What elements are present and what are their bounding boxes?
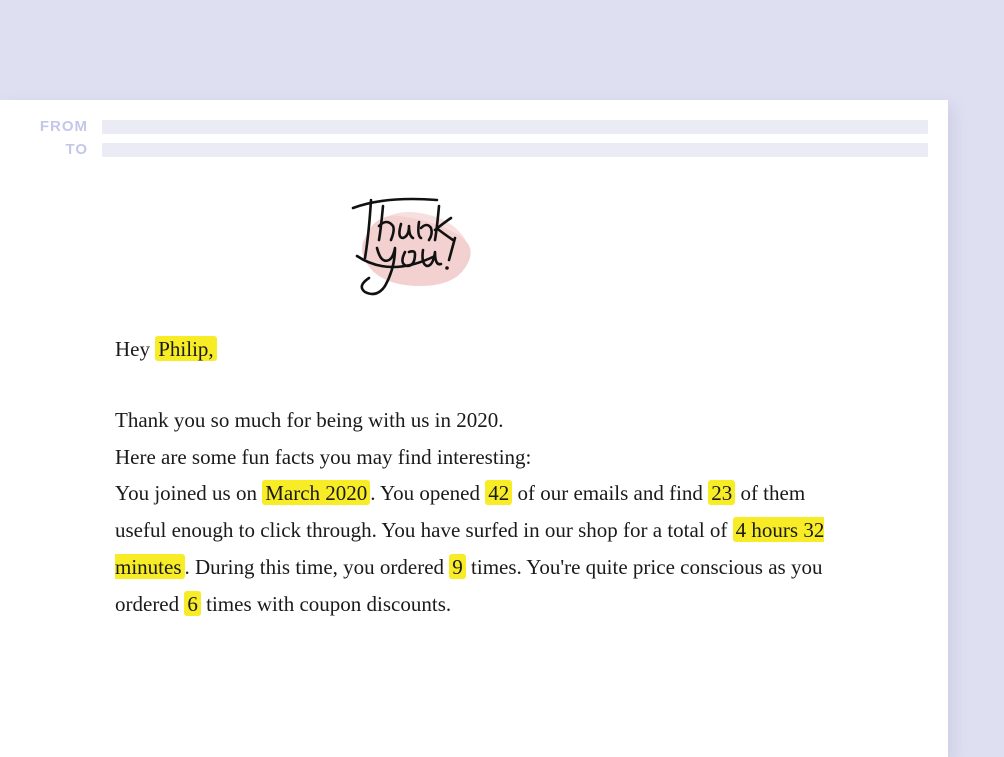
seg-during: . During this time, you ordered <box>185 555 450 579</box>
seg-tail: times with coupon discounts. <box>201 592 451 616</box>
to-label: TO <box>0 141 88 158</box>
header-from-row: FROM <box>0 118 948 135</box>
order-count-highlight: 9 <box>449 554 466 579</box>
to-value-placeholder <box>102 143 928 157</box>
thank-you-logo-wrap <box>0 178 948 313</box>
paragraph: Thank you so much for being with us in 2… <box>115 402 848 623</box>
fun-facts-line: Here are some fun facts you may find int… <box>115 445 531 469</box>
thank-you-logo-icon <box>335 178 495 313</box>
email-body: Hey Philip, Thank you so much for being … <box>0 313 948 622</box>
seg-of-emails: of our emails and find <box>512 481 708 505</box>
from-label: FROM <box>0 118 88 135</box>
greeting-prefix: Hey <box>115 337 155 361</box>
seg-opened: . You opened <box>370 481 485 505</box>
recipient-name-highlight: Philip, <box>155 336 216 361</box>
thank-line: Thank you so much for being with us in 2… <box>115 408 503 432</box>
header-to-row: TO <box>0 141 948 158</box>
email-card: FROM TO <box>0 100 948 757</box>
seg-joined: You joined us on <box>115 481 262 505</box>
useful-count-highlight: 23 <box>708 480 735 505</box>
coupon-count-highlight: 6 <box>184 591 201 616</box>
join-date-highlight: March 2020 <box>262 480 370 505</box>
greeting-line: Hey Philip, <box>115 331 848 368</box>
open-count-highlight: 42 <box>485 480 512 505</box>
from-value-placeholder <box>102 120 928 134</box>
